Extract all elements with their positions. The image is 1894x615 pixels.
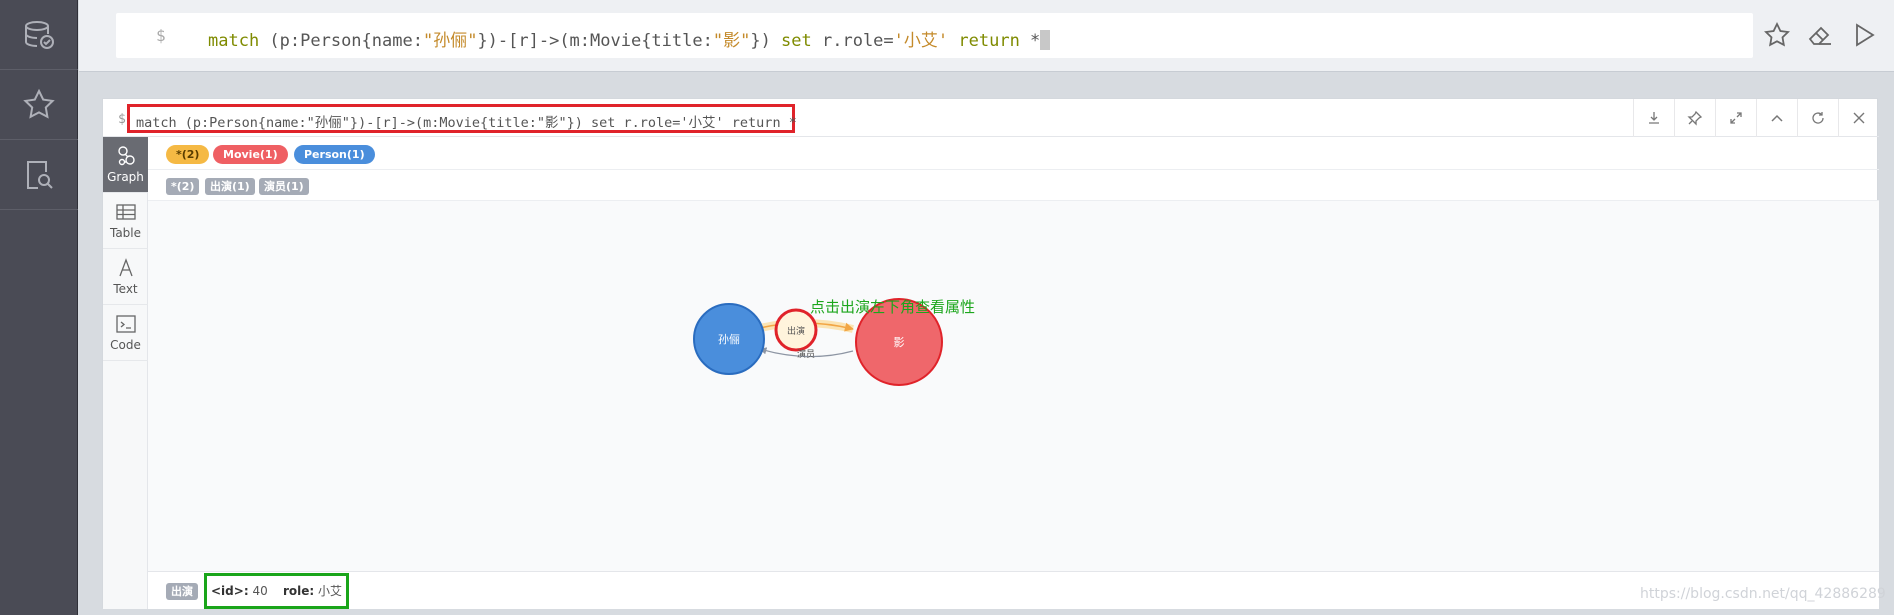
- editor-frame: $ match (p:Person{name:"孙俪"})-[r]->(m:Mo…: [79, 0, 1894, 72]
- refresh-icon: [1811, 112, 1824, 124]
- label-pill-movie[interactable]: Movie(1): [213, 145, 288, 164]
- tab-text[interactable]: Text: [103, 249, 148, 305]
- document-search-icon: [27, 160, 53, 189]
- rerun-button[interactable]: [1797, 99, 1837, 137]
- sidebar-database-button[interactable]: [0, 0, 78, 70]
- tab-label: Text: [113, 282, 138, 296]
- pin-button[interactable]: [1674, 99, 1714, 137]
- rel-types-bar: *(2) 出演(1) 演员(1): [148, 170, 1879, 201]
- eraser-icon: [1808, 26, 1831, 45]
- string-role: '小艾': [893, 31, 949, 51]
- annotation-note: 点击出演左下角查看属性: [810, 298, 976, 316]
- string-name: "孙俪": [422, 31, 478, 51]
- result-prompt: $: [118, 112, 126, 127]
- database-check-icon: [25, 20, 54, 49]
- text-icon: [118, 258, 133, 277]
- chevron-up-icon: [1770, 114, 1783, 122]
- run-query-button[interactable]: [1849, 20, 1879, 50]
- terminal-icon: [115, 315, 136, 333]
- table-icon: [115, 204, 136, 220]
- star-icon: [1764, 21, 1790, 47]
- download-icon: [1648, 112, 1659, 124]
- play-icon: [1856, 23, 1875, 47]
- download-button[interactable]: [1633, 99, 1673, 137]
- sidebar-documents-button[interactable]: [0, 140, 78, 210]
- edge-label-acted: 出演: [787, 325, 805, 337]
- query-segment: (p:Person{name:: [259, 31, 423, 51]
- result-frame: $ match (p:Person{name:"孙俪"})-[r]->(m:Mo…: [102, 98, 1879, 609]
- tab-label: Code: [110, 338, 141, 352]
- query-segment: })-[r]->(m:Movie{title:: [477, 31, 713, 51]
- prop-value-id: 40: [252, 584, 268, 598]
- prop-value-role: 小艾: [318, 584, 343, 598]
- query-segment: r.role=: [811, 31, 894, 51]
- inspector-type-tag[interactable]: 出演: [166, 583, 198, 600]
- tab-label: Table: [109, 226, 142, 240]
- graph-icon: [117, 146, 135, 166]
- collapse-button[interactable]: [1756, 99, 1796, 137]
- editor-query-text[interactable]: match (p:Person{name:"孙俪"})-[r]->(m:Movi…: [208, 26, 1051, 51]
- star-icon: [23, 88, 55, 119]
- query-segment: [948, 31, 958, 51]
- prop-key-role: role:: [283, 584, 315, 598]
- favorite-query-button[interactable]: [1762, 20, 1792, 50]
- keyword-return: return: [958, 31, 1020, 51]
- tab-code[interactable]: Code: [103, 305, 148, 361]
- node-labels-bar: *(2) Movie(1) Person(1): [148, 137, 1879, 170]
- node-label-person: 孙俪: [718, 333, 740, 346]
- query-segment: *: [1019, 31, 1041, 51]
- string-title: "影": [712, 31, 751, 51]
- close-icon: [1853, 112, 1864, 124]
- text-cursor: [1040, 30, 1051, 50]
- label-pill-person[interactable]: Person(1): [294, 145, 375, 164]
- graph-canvas[interactable]: 出演 演员 孙俪 影 点击出演左下角查看属性: [148, 201, 1879, 571]
- edge-label-actor: 演员: [797, 348, 815, 360]
- result-header: $ match (p:Person{name:"孙俪"})-[r]->(m:Mo…: [103, 99, 1879, 137]
- rel-tag-actor[interactable]: 演员(1): [259, 178, 309, 195]
- watermark: https://blog.csdn.net/qq_42886289: [1640, 586, 1886, 602]
- inspector-bar: 出演 <id>: 40 role: 小艾: [148, 571, 1879, 609]
- sidebar-favorites-button[interactable]: [0, 70, 78, 140]
- keyword-set: set: [781, 31, 812, 51]
- keyword-match: match: [208, 31, 260, 51]
- prop-key-id: <id>:: [211, 584, 249, 598]
- app-sidebar: [0, 0, 78, 615]
- rel-tag-all[interactable]: *(2): [166, 178, 200, 195]
- graph-svg: 出演 演员 孙俪 影: [693, 298, 943, 386]
- expand-icon: [1729, 112, 1742, 124]
- rel-tag-acted[interactable]: 出演(1): [205, 178, 255, 195]
- tab-label: Graph: [107, 170, 144, 184]
- view-tabs: Graph Table Text Code: [103, 137, 148, 609]
- tab-graph[interactable]: Graph: [103, 137, 148, 193]
- inspector-properties: <id>: 40 role: 小艾: [204, 573, 349, 609]
- label-pill-all[interactable]: *(2): [166, 145, 210, 164]
- result-query-text: match (p:Person{name:"孙俪"})-[r]->(m:Movi…: [136, 115, 797, 131]
- node-label-movie: 影: [894, 336, 905, 349]
- expand-button[interactable]: [1715, 99, 1755, 137]
- pin-icon: [1686, 110, 1702, 126]
- result-query-highlight[interactable]: match (p:Person{name:"孙俪"})-[r]->(m:Movi…: [127, 104, 797, 133]
- query-editor[interactable]: $ match (p:Person{name:"孙俪"})-[r]->(m:Mo…: [116, 13, 1753, 58]
- query-segment: }): [750, 31, 782, 51]
- close-frame-button[interactable]: [1838, 99, 1878, 137]
- clear-editor-button[interactable]: [1805, 20, 1835, 50]
- tab-table[interactable]: Table: [103, 193, 148, 249]
- editor-prompt: $: [156, 26, 166, 45]
